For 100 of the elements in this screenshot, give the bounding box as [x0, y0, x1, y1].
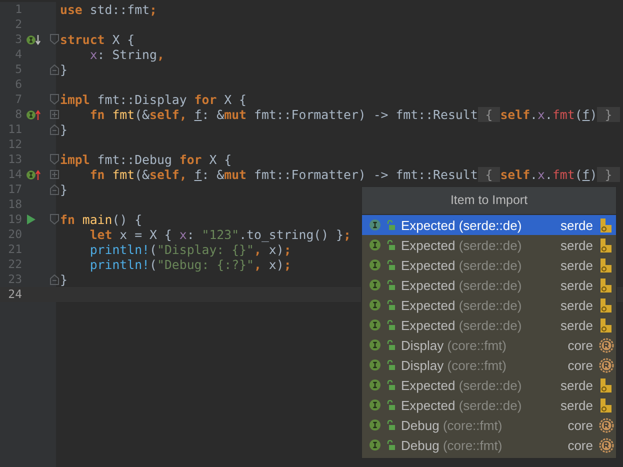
import-item[interactable]: Expected (serde::de) serde	[362, 395, 616, 415]
code-line: let x = X { x: "123".to_string() };	[88, 227, 351, 242]
implementing-marker-icon[interactable]	[26, 108, 42, 120]
crate-icon	[600, 218, 612, 232]
rust-logo-icon	[598, 418, 614, 432]
interface-icon	[369, 219, 381, 231]
import-item[interactable]: Debug (core::fmt) core	[362, 415, 616, 435]
implemented-marker-icon[interactable]	[26, 34, 42, 46]
crate-name: serde	[560, 318, 593, 332]
code-line: }	[59, 62, 68, 77]
code-line: println!("Display: {}", x);	[88, 242, 292, 257]
rust-logo-icon	[598, 438, 614, 452]
item-label: Debug (core::fmt)	[401, 438, 504, 452]
interface-icon	[369, 419, 381, 431]
crate-name: core	[568, 438, 593, 452]
expand-icon[interactable]	[50, 170, 58, 179]
import-item[interactable]: Display (core::fmt) core	[362, 335, 616, 355]
import-item[interactable]: Expected (serde::de) serde	[362, 375, 616, 395]
unlocked-icon	[386, 340, 396, 350]
expand-icon[interactable]	[50, 110, 58, 119]
item-label: Expected (serde::de)	[401, 318, 523, 332]
crate-icon	[600, 378, 612, 392]
item-label: Expected (serde::de)	[401, 298, 523, 312]
rust-logo-icon	[598, 358, 614, 372]
item-label: Display (core::fmt)	[401, 338, 508, 352]
crate-icon	[600, 398, 612, 412]
unlocked-icon	[386, 300, 396, 310]
implementing-marker-icon[interactable]	[26, 168, 42, 180]
fold-icon[interactable]	[50, 274, 58, 285]
crate-name: serde	[560, 378, 593, 392]
import-item[interactable]: Expected (serde::de) serde	[362, 275, 616, 295]
code-line: }	[59, 272, 68, 287]
interface-icon	[369, 259, 381, 271]
code-line: fn fmt(&self, f: &mut fmt::Formatter) -> fmt::Result { self.x.fmt(f) }	[59, 167, 620, 182]
code-line: }	[59, 182, 68, 197]
interface-icon	[369, 239, 381, 251]
crate-name: serde	[560, 398, 593, 412]
item-label: Expected (serde::de)	[401, 378, 523, 392]
interface-icon	[369, 439, 381, 451]
crate-name: core	[568, 338, 593, 352]
fold-icon[interactable]	[50, 94, 58, 105]
item-label: Expected (serde::de)	[401, 258, 523, 272]
unlocked-icon	[386, 320, 396, 330]
item-label: Debug (core::fmt)	[401, 418, 504, 432]
code-line: impl fmt::Debug for X {	[59, 152, 232, 167]
crate-icon	[600, 318, 612, 332]
line-number: 24	[7, 287, 22, 302]
interface-icon	[369, 359, 381, 371]
crate-icon	[600, 278, 612, 292]
import-item[interactable]: Expected (serde::de) serde	[362, 295, 616, 315]
crate-icon	[600, 238, 612, 252]
unlocked-icon	[386, 420, 396, 430]
code-line: x: String,	[88, 47, 164, 62]
unlocked-icon	[386, 240, 396, 250]
run-icon[interactable]	[26, 214, 36, 225]
code-line: struct X {	[59, 32, 135, 47]
import-item[interactable]: Debug (core::fmt) core	[362, 435, 616, 455]
crate-name: serde	[560, 298, 593, 312]
interface-icon	[369, 279, 381, 291]
rust-logo-icon	[598, 338, 614, 352]
code-line: impl fmt::Display for X {	[59, 92, 247, 107]
import-item[interactable]: Expected (serde::de) serde	[362, 235, 616, 255]
interface-icon	[369, 299, 381, 311]
import-item[interactable]: Expected (serde::de) serde	[362, 215, 616, 235]
item-label: Expected (serde::de)	[401, 398, 523, 412]
unlocked-icon	[386, 360, 396, 370]
fold-icon[interactable]	[50, 184, 58, 195]
fold-icon[interactable]	[50, 64, 58, 75]
crate-name: core	[568, 358, 593, 372]
code-line: println!("Debug: {:?}", x);	[88, 257, 292, 272]
crate-name: serde	[560, 278, 593, 292]
crate-icon	[600, 298, 612, 312]
code-line: use std::fmt;	[59, 2, 157, 17]
interface-icon	[369, 319, 381, 331]
fold-icon[interactable]	[50, 34, 58, 45]
code-line: fn main() {	[59, 212, 142, 227]
crate-name: core	[568, 418, 593, 432]
code-line: fn fmt(&self, f: &mut fmt::Formatter) -> fmt::Result { self.x.fmt(f) }	[59, 107, 620, 122]
popup-title: Item to Import	[362, 187, 616, 215]
unlocked-icon	[386, 440, 396, 450]
fold-icon[interactable]	[50, 154, 58, 165]
fold-icon[interactable]	[50, 124, 58, 135]
crate-name: serde	[560, 218, 593, 232]
unlocked-icon	[386, 380, 396, 390]
import-item[interactable]: Expected (serde::de) serde	[362, 315, 616, 335]
item-label: Display (core::fmt)	[401, 358, 508, 372]
interface-icon	[369, 399, 381, 411]
interface-icon	[369, 379, 381, 391]
crate-icon	[600, 258, 612, 272]
item-label: Expected (serde::de)	[401, 238, 523, 252]
unlocked-icon	[386, 260, 396, 270]
item-label: Expected (serde::de)	[401, 278, 523, 292]
fold-icon[interactable]	[50, 214, 58, 225]
item-label: Expected (serde::de)	[401, 218, 523, 232]
interface-icon	[369, 339, 381, 351]
import-item[interactable]: Expected (serde::de) serde	[362, 255, 616, 275]
unlocked-icon	[386, 220, 396, 230]
crate-name: serde	[560, 258, 593, 272]
import-item[interactable]: Display (core::fmt) core	[362, 355, 616, 375]
unlocked-icon	[386, 280, 396, 290]
